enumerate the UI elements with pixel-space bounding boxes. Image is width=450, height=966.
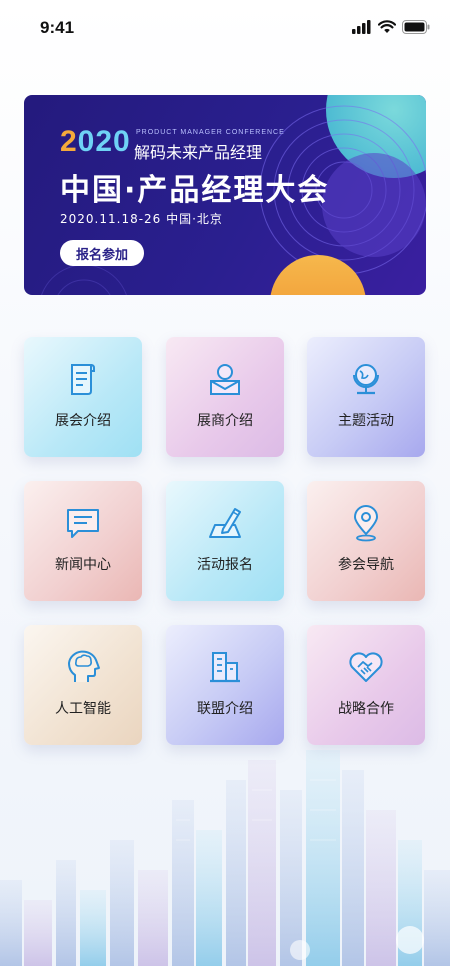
location-pin-icon <box>354 505 378 542</box>
signal-icon <box>352 20 371 34</box>
user-card-icon <box>210 364 240 395</box>
edit-icon <box>209 508 241 538</box>
status-bar: 9:41 <box>0 0 450 60</box>
register-button[interactable]: 报名参加 <box>60 240 144 266</box>
handshake-icon <box>349 652 383 682</box>
tile-strategic-cooperation[interactable]: 战略合作 <box>307 625 425 745</box>
scroll-icon <box>71 364 95 395</box>
tile-label: 新闻中心 <box>55 557 111 573</box>
message-icon <box>67 509 99 538</box>
banner-title: 中国·产品经理大会 <box>60 173 330 208</box>
tile-exhibition-intro[interactable]: 展会介绍 <box>24 337 142 457</box>
tile-label: 联盟介绍 <box>197 701 253 717</box>
tile-artificial-intelligence[interactable]: 人工智能 <box>24 625 142 745</box>
tile-label: 展商介绍 <box>197 413 253 429</box>
banner-conference-en: PRODUCT MANAGER CONFERENCE <box>136 129 285 136</box>
banner-year: 2020 <box>60 125 131 159</box>
building-icon <box>210 652 240 683</box>
tile-label: 活动报名 <box>197 557 253 573</box>
battery-icon <box>402 20 430 34</box>
city-skyline-illustration <box>0 750 450 966</box>
banner-date-location: 2020.11.18-26 中国·北京 <box>60 212 223 226</box>
wifi-icon <box>378 20 396 33</box>
tile-label: 战略合作 <box>338 701 394 717</box>
tile-label: 参会导航 <box>338 557 394 573</box>
app-screen: 9:41 2020 PRODUCT MANAGER CONFERENCE 解码未… <box>0 0 450 966</box>
tile-label: 主题活动 <box>338 413 394 429</box>
banner-year-text: 2020 <box>60 125 131 158</box>
brain-head-icon <box>68 650 100 682</box>
tile-venue-navigation[interactable]: 参会导航 <box>307 481 425 601</box>
status-icons <box>352 20 430 34</box>
conference-banner[interactable]: 2020 PRODUCT MANAGER CONFERENCE 解码未来产品经理… <box>24 95 426 295</box>
tile-label: 人工智能 <box>55 701 111 717</box>
tile-news-center[interactable]: 新闻中心 <box>24 481 142 601</box>
banner-subtitle: 解码未来产品经理 <box>134 143 263 162</box>
tile-alliance-intro[interactable]: 联盟介绍 <box>166 625 284 745</box>
status-time: 9:41 <box>40 18 75 37</box>
tile-exhibitor-intro[interactable]: 展商介绍 <box>166 337 284 457</box>
tile-theme-events[interactable]: 主题活动 <box>307 337 425 457</box>
globe-icon <box>353 364 379 395</box>
tile-label: 展会介绍 <box>55 413 111 429</box>
tile-event-registration[interactable]: 活动报名 <box>166 481 284 601</box>
